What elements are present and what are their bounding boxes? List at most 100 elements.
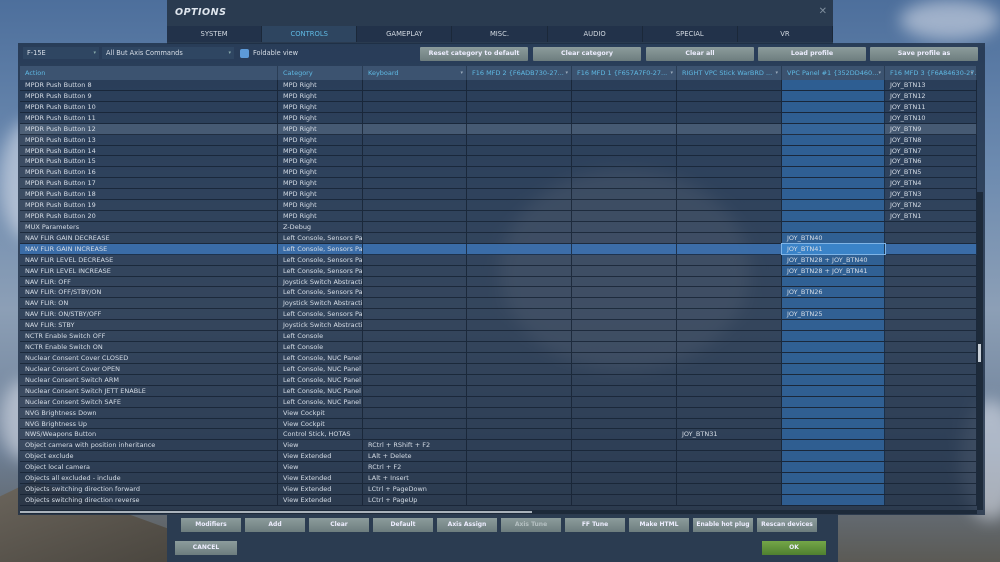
binding-cell[interactable] (677, 112, 782, 123)
binding-cell[interactable] (572, 462, 677, 473)
binding-cell[interactable] (885, 287, 977, 298)
binding-cell[interactable] (782, 221, 885, 232)
binding-cell[interactable] (467, 363, 572, 374)
table-row[interactable]: MPDR Push Button 15 MPD Right JOY_BTN6 (20, 156, 977, 168)
save-profile-button[interactable]: Save profile as (870, 47, 978, 61)
table-row[interactable]: MPDR Push Button 12 MPD Right JOY_BTN9 (20, 123, 977, 135)
binding-cell[interactable] (572, 331, 677, 342)
binding-cell[interactable] (363, 134, 467, 145)
binding-cell[interactable] (885, 232, 977, 243)
column-header[interactable]: Category (278, 66, 363, 80)
binding-cell[interactable]: JOY_BTN40 (782, 232, 885, 243)
binding-cell[interactable] (677, 440, 782, 451)
binding-cell[interactable] (467, 494, 572, 505)
binding-cell[interactable] (782, 385, 885, 396)
binding-cell[interactable] (467, 80, 572, 90)
table-row[interactable]: NAV FLIR LEVEL INCREASE Left Console, Sen… (20, 265, 977, 277)
binding-cell[interactable] (782, 462, 885, 473)
binding-cell[interactable] (572, 451, 677, 462)
binding-cell[interactable] (782, 189, 885, 200)
tab-controls[interactable]: CONTROLS (262, 26, 358, 42)
table-row[interactable]: MPDR Push Button 18 MPD Right JOY_BTN3 (20, 189, 977, 201)
binding-cell[interactable] (467, 429, 572, 440)
table-row[interactable]: NAV FLIR LEVEL DECREASE Left Console, Sen… (20, 254, 977, 266)
binding-cell[interactable] (677, 80, 782, 90)
binding-cell[interactable] (782, 484, 885, 494)
binding-cell[interactable] (677, 156, 782, 167)
cancel-button[interactable]: CANCEL (175, 541, 237, 555)
clear-button[interactable]: Clear (309, 518, 369, 532)
table-row[interactable]: Objects all excluded - include View Exten… (20, 473, 977, 485)
table-row[interactable]: Object local camera View RCtrl + F2 (20, 462, 977, 474)
table-row[interactable]: NAV FLIR: OFF/STBY/ON Left Console, Senso… (20, 287, 977, 299)
table-row[interactable]: MPDR Push Button 16 MPD Right JOY_BTN5 (20, 167, 977, 179)
binding-cell[interactable] (467, 353, 572, 363)
binding-cell[interactable]: RCtrl + RShift + F2 (363, 440, 467, 451)
binding-cell[interactable] (467, 243, 572, 254)
column-header[interactable]: VPC Panel #1 {352DD460... ▾ (782, 66, 885, 80)
binding-cell[interactable] (677, 167, 782, 178)
binding-cell[interactable] (677, 221, 782, 232)
binding-cell[interactable] (885, 385, 977, 396)
binding-cell[interactable] (677, 134, 782, 145)
binding-cell[interactable] (572, 374, 677, 385)
binding-cell[interactable] (572, 200, 677, 211)
binding-cell[interactable] (467, 484, 572, 494)
clear-all-button[interactable]: Clear all (646, 47, 754, 61)
binding-cell[interactable] (885, 254, 977, 265)
table-row[interactable]: NCTR Enable Switch ON Left Console (20, 342, 977, 353)
binding-cell[interactable] (363, 407, 467, 418)
axis-tune-button[interactable]: Axis Tune (501, 518, 561, 532)
table-row[interactable]: MPDR Push Button 9 MPD Right JOY_BTN12 (20, 90, 977, 102)
binding-cell[interactable] (677, 396, 782, 407)
binding-cell[interactable]: JOY_BTN28 + JOY_BTN40 (782, 254, 885, 265)
table-row[interactable]: MPDR Push Button 11 MPD Right JOY_BTN10 (20, 112, 977, 124)
binding-cell[interactable] (677, 331, 782, 342)
binding-cell[interactable] (782, 80, 885, 90)
binding-cell[interactable] (572, 440, 677, 451)
binding-cell[interactable] (363, 353, 467, 363)
ff-tune-button[interactable]: FF Tune (565, 518, 625, 532)
binding-cell[interactable] (467, 396, 572, 407)
table-row[interactable]: NAV FLIR GAIN INCREASE Left Console, Sens… (20, 242, 977, 255)
binding-cell[interactable] (363, 418, 467, 429)
binding-cell[interactable]: JOY_BTN41 (781, 242, 886, 255)
binding-cell[interactable] (363, 396, 467, 407)
column-header[interactable]: F16 MFD 1 {F657A7F0-27... ▾ (572, 66, 677, 80)
table-row[interactable]: MPDR Push Button 19 MPD Right JOY_BTN2 (20, 200, 977, 212)
binding-cell[interactable] (677, 265, 782, 276)
binding-cell[interactable]: JOY_BTN26 (782, 287, 885, 298)
binding-cell[interactable] (677, 353, 782, 363)
table-row[interactable]: NAV FLIR: ON/STBY/OFF Left Console, Senso… (20, 309, 977, 321)
binding-cell[interactable] (363, 90, 467, 101)
binding-cell[interactable] (885, 418, 977, 429)
table-row[interactable]: MPDR Push Button 14 MPD Right JOY_BTN7 (20, 145, 977, 157)
binding-cell[interactable] (467, 309, 572, 320)
binding-cell[interactable] (885, 298, 977, 309)
foldable-view-checkbox[interactable] (240, 49, 249, 58)
binding-cell[interactable] (572, 167, 677, 178)
binding-cell[interactable] (677, 451, 782, 462)
clear-category-button[interactable]: Clear category (533, 47, 641, 61)
binding-cell[interactable] (885, 221, 977, 232)
binding-cell[interactable] (467, 440, 572, 451)
binding-cell[interactable] (782, 418, 885, 429)
column-header[interactable]: F16 MFD 3 {F6A84630-27... ▾ (885, 66, 977, 80)
binding-cell[interactable] (572, 353, 677, 363)
binding-cell[interactable] (363, 331, 467, 342)
binding-cell[interactable] (782, 276, 885, 287)
binding-cell[interactable] (677, 363, 782, 374)
column-header[interactable]: RIGHT VPC Stick WarBRD ... ▾ (677, 66, 782, 80)
binding-cell[interactable] (782, 320, 885, 331)
binding-cell[interactable]: JOY_BTN28 + JOY_BTN41 (782, 265, 885, 276)
binding-cell[interactable]: JOY_BTN12 (885, 90, 977, 101)
binding-cell[interactable] (467, 221, 572, 232)
binding-cell[interactable] (363, 342, 467, 352)
table-row[interactable]: Nuclear Consent Switch JETT ENABLE Left C… (20, 385, 977, 397)
binding-cell[interactable] (467, 418, 572, 429)
binding-cell[interactable] (572, 80, 677, 90)
binding-cell[interactable] (467, 451, 572, 462)
binding-cell[interactable] (572, 178, 677, 189)
binding-cell[interactable] (467, 254, 572, 265)
binding-cell[interactable] (572, 189, 677, 200)
